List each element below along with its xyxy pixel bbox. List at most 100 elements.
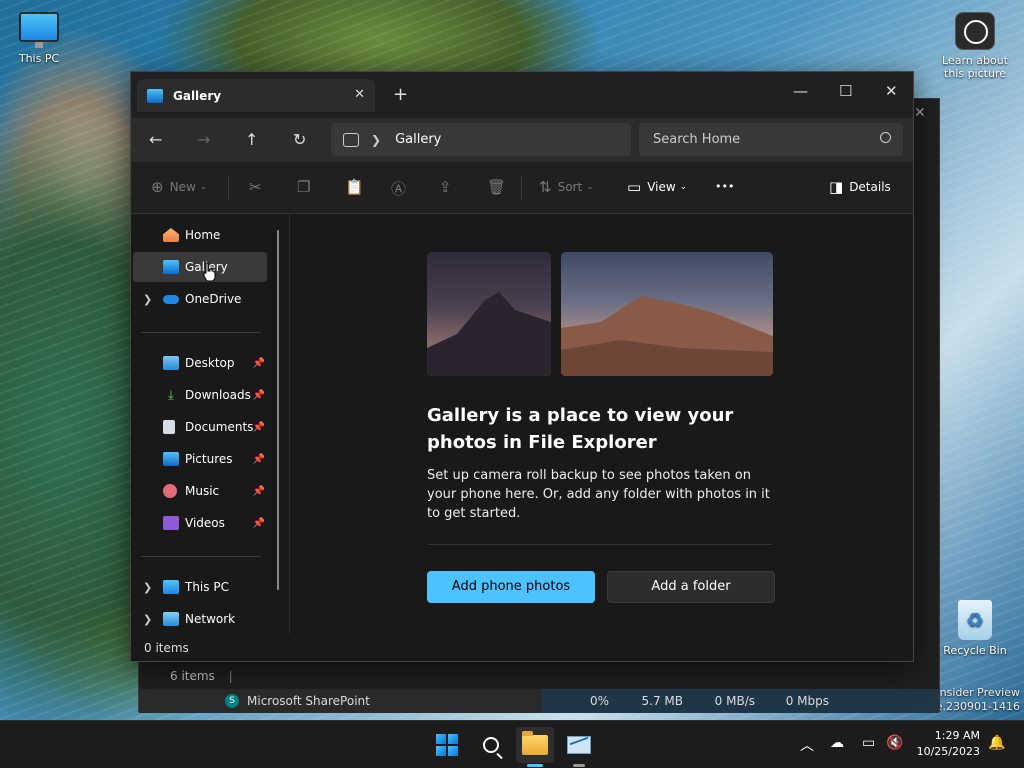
sample-photo-desert-mountain — [561, 252, 773, 376]
sort-label: Sort — [557, 180, 583, 194]
new-tab-icon[interactable]: + — [393, 84, 408, 105]
command-bar: ⊕ New ⌄ ✂ ❐ 📋 Ⓐ ⇪ 🗑 ⇅ Sort ⌄ ▭ View ⌄ ••… — [131, 162, 913, 214]
new-button[interactable]: ⊕ New ⌄ — [151, 178, 207, 196]
chevron-up-icon[interactable]: ︿ — [800, 735, 814, 755]
forward-arrow-icon[interactable]: → — [197, 130, 210, 149]
share-glyph: ⇪ — [439, 178, 452, 196]
delete-icon[interactable]: 🗑 — [487, 178, 512, 196]
up-arrow-icon[interactable]: ↑ — [245, 130, 258, 149]
running-indicator — [573, 764, 585, 767]
pin-icon[interactable]: 📌 — [253, 518, 265, 529]
sort-button[interactable]: ⇅ Sort ⌄ — [539, 178, 594, 196]
chevron-right-icon[interactable]: ❯ — [143, 613, 152, 626]
view-icon: ▭ — [627, 178, 642, 196]
file-explorer-window[interactable]: Gallery ✕ + — ☐ ✕ ← → ↑ ↻ ❯ Gallery Sear… — [130, 71, 914, 662]
desktop-icon-label: Recycle Bin — [943, 644, 1007, 657]
sidebar-scrollbar[interactable] — [277, 230, 279, 590]
bg-status-text: 6 items | — [170, 669, 233, 683]
share-icon[interactable]: ⇪ — [439, 178, 458, 196]
taskbar-task-manager[interactable] — [560, 727, 598, 767]
search-icon[interactable] — [880, 132, 891, 143]
pin-icon[interactable]: 📌 — [253, 422, 265, 433]
tab-gallery[interactable]: Gallery ✕ — [137, 79, 375, 112]
sidebar-item-network[interactable]: ❯ Network — [133, 604, 267, 634]
start-button[interactable] — [428, 727, 466, 763]
sidebar-item-videos[interactable]: Videos 📌 — [133, 508, 267, 538]
paste-icon[interactable]: 📋 — [345, 178, 370, 196]
close-icon[interactable]: ✕ — [914, 105, 926, 121]
sharepoint-icon: S — [225, 694, 239, 708]
notification-bell-icon[interactable]: 🔔 — [988, 735, 1005, 751]
clock-date: 10/25/2023 — [916, 745, 980, 758]
camera-icon — [955, 12, 995, 50]
scissors-glyph: ✂ — [249, 178, 262, 196]
recycle-bin-icon: ♻ — [958, 600, 992, 640]
system-clock[interactable]: 1:29 AM 10/25/2023 — [917, 728, 980, 760]
empty-state-heading: Gallery is a place to view your photos i… — [427, 405, 734, 453]
taskbar-file-explorer[interactable] — [516, 727, 554, 767]
pin-icon[interactable]: 📌 — [253, 486, 265, 497]
more-options-icon[interactable]: ••• — [715, 180, 734, 193]
details-button[interactable]: ◨ Details — [829, 178, 891, 196]
process-name: Microsoft SharePoint — [247, 694, 370, 708]
pane-divider[interactable] — [289, 214, 290, 634]
gallery-empty-state: Gallery is a place to view your photos i… — [291, 214, 913, 634]
back-arrow-icon[interactable]: ← — [149, 130, 162, 149]
sidebar-item-home[interactable]: Home — [133, 220, 267, 250]
sidebar-item-this-pc[interactable]: ❯ This PC — [133, 572, 267, 602]
sidebar-divider — [141, 332, 261, 333]
close-tab-icon[interactable]: ✕ — [354, 87, 365, 102]
tab-title: Gallery — [173, 88, 222, 103]
minimize-icon[interactable]: — — [793, 82, 808, 100]
sample-photo-night-mountain — [427, 252, 551, 376]
volume-muted-icon[interactable]: 🔇 — [886, 735, 903, 751]
sidebar-item-downloads[interactable]: ⤓ Downloads 📌 — [133, 380, 267, 410]
rename-icon[interactable]: Ⓐ — [391, 178, 412, 199]
desktop-icon-learn-about-picture[interactable]: Learn about this picture — [937, 12, 1013, 80]
new-label: New — [169, 180, 196, 194]
active-indicator — [527, 764, 543, 767]
refresh-icon[interactable]: ↻ — [293, 130, 306, 149]
copy-glyph: ❐ — [297, 178, 311, 196]
sidebar-item-gallery[interactable]: Gallery — [133, 252, 267, 282]
taskbar-search-button[interactable] — [472, 727, 510, 763]
view-button[interactable]: ▭ View ⌄ — [627, 178, 687, 196]
network-icon[interactable]: ▭ — [862, 735, 875, 751]
sidebar-item-label: Home — [185, 228, 221, 242]
pin-icon[interactable]: 📌 — [253, 358, 265, 369]
search-input[interactable]: Search Home — [639, 123, 903, 156]
sidebar-item-music[interactable]: Music 📌 — [133, 476, 267, 506]
disk-value: 0 MB/s — [714, 694, 755, 708]
sidebar-item-pictures[interactable]: Pictures 📌 — [133, 444, 267, 474]
address-bar[interactable]: ❯ Gallery — [331, 123, 631, 156]
close-window-icon[interactable]: ✕ — [885, 82, 898, 100]
desktop-icon-recycle-bin[interactable]: ♻ Recycle Bin — [937, 600, 1013, 657]
breadcrumb[interactable]: Gallery — [395, 132, 441, 147]
pin-icon[interactable]: 📌 — [253, 390, 265, 401]
table-row[interactable]: S Microsoft SharePoint 0% 5.7 MB 0 MB/s … — [139, 689, 939, 713]
empty-state-description: Set up camera roll backup to see photos … — [427, 468, 770, 521]
desktop-icon-this-pc[interactable]: This PC — [1, 12, 77, 65]
sidebar-item-desktop[interactable]: Desktop 📌 — [133, 348, 267, 378]
sidebar-item-onedrive[interactable]: ❯ OneDrive — [133, 284, 267, 314]
sidebar-item-label: Desktop — [185, 356, 235, 370]
cut-icon[interactable]: ✂ — [249, 178, 268, 196]
add-phone-photos-button[interactable]: Add phone photos — [427, 571, 595, 603]
sidebar-item-label: Pictures — [185, 452, 233, 466]
chevron-right-icon[interactable]: ❯ — [371, 133, 381, 147]
pin-icon[interactable]: 📌 — [253, 454, 265, 465]
chevron-right-icon[interactable]: ❯ — [143, 581, 152, 594]
copy-icon[interactable]: ❐ — [297, 178, 316, 196]
chevron-right-icon[interactable]: ❯ — [143, 293, 152, 306]
taskbar: ︿ ☁ ▭ 🔇 1:29 AM 10/25/2023 🔔 — [0, 720, 1024, 768]
cpu-value: 0% — [589, 694, 609, 708]
title-bar[interactable]: Gallery ✕ + — ☐ ✕ — [131, 72, 913, 118]
maximize-icon[interactable]: ☐ — [839, 82, 852, 100]
sidebar-item-documents[interactable]: Documents 📌 — [133, 412, 267, 442]
monitor-icon — [163, 580, 179, 594]
sidebar-item-label: Documents — [185, 420, 254, 434]
windows-logo-icon — [436, 734, 458, 756]
onedrive-offline-icon[interactable]: ☁ — [830, 735, 844, 751]
image-icon — [343, 132, 359, 147]
add-folder-button[interactable]: Add a folder — [607, 571, 775, 603]
